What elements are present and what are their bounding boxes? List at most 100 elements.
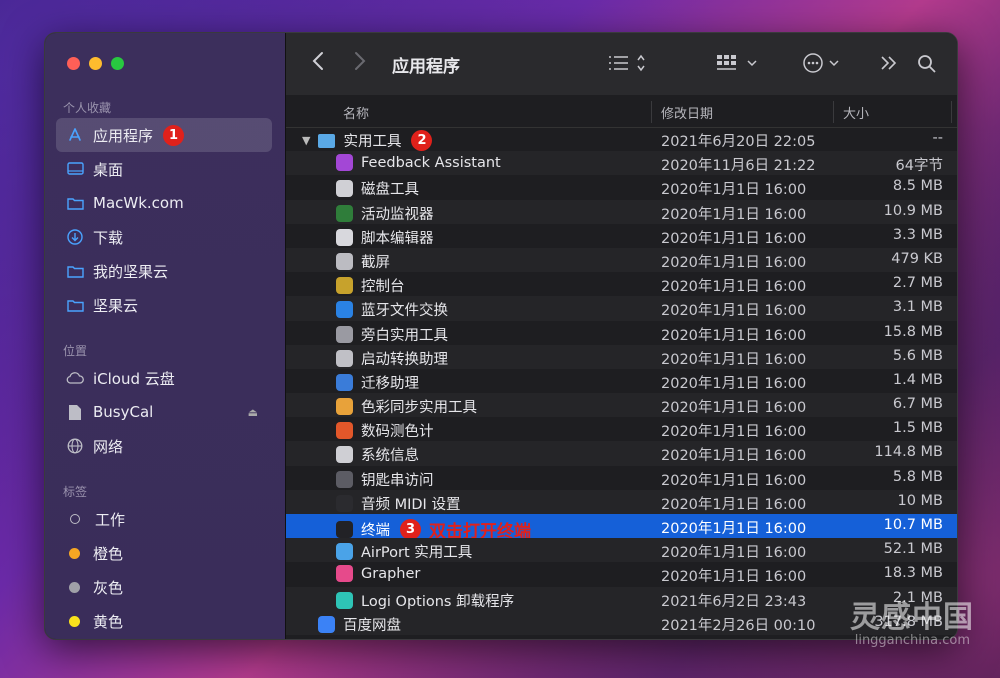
zoom-button[interactable]: [111, 57, 124, 70]
file-name: AirPort 实用工具: [361, 545, 473, 562]
sidebar-item-downloads[interactable]: 下载: [56, 220, 272, 254]
file-row[interactable]: 脚本编辑器 2020年1月1日 16:00 3.3 MB: [286, 224, 957, 248]
file-date: 2020年1月1日 16:00: [661, 496, 807, 513]
file-date: 2020年1月1日 16:00: [661, 303, 807, 320]
sidebar-item-network[interactable]: 网络: [56, 429, 272, 463]
sidebar-tag-yellow[interactable]: 黄色: [56, 604, 272, 638]
column-size-header[interactable]: 大小: [843, 103, 869, 122]
folder-icon: [318, 133, 336, 148]
forward-icon[interactable]: [354, 51, 366, 76]
app-icon: [336, 373, 353, 391]
file-size: 10 MB: [897, 492, 943, 509]
file-name-cell: 启动转换助理: [336, 348, 448, 369]
file-row[interactable]: 钥匙串访问 2020年1月1日 16:00 5.8 MB: [286, 466, 957, 490]
toolbar: 应用程序: [286, 33, 957, 96]
sidebar-item-macwk[interactable]: MacWk.com: [56, 186, 272, 220]
eject-icon[interactable]: ⏏: [248, 406, 258, 419]
app-icon: [336, 565, 353, 583]
folder-name: 实用工具: [343, 134, 402, 150]
file-date: 2020年1月1日 16:00: [661, 400, 807, 417]
file-date: 2020年1月1日 16:00: [661, 448, 807, 465]
sidebar-tag-orange[interactable]: 橙色: [56, 536, 272, 570]
window-title: 应用程序: [392, 57, 460, 77]
file-name: 控制台: [361, 279, 405, 296]
sidebar-item-label: BusyCal: [93, 403, 154, 421]
sidebar-tag-work[interactable]: 工作: [56, 502, 272, 536]
sidebar-item-label: 橙色: [93, 544, 124, 563]
close-button[interactable]: [67, 57, 80, 70]
column-header: 名称 修改日期 大小: [286, 95, 957, 128]
file-row[interactable]: 截屏 2020年1月1日 16:00 479 KB: [286, 247, 957, 273]
sidebar-item-my-jianguoyun[interactable]: 我的坚果云: [56, 254, 272, 288]
column-divider[interactable]: [833, 101, 834, 123]
file-row[interactable]: 系统信息 2020年1月1日 16:00 114.8 MB: [286, 441, 957, 466]
file-name-cell: Logi Options 卸载程序: [336, 590, 514, 611]
minimize-button[interactable]: [89, 57, 102, 70]
file-name-cell: Grapher: [336, 565, 420, 583]
file-list: ▼ 实用工具 2 2021年6月20日 22:05 -- Feedback As…: [286, 127, 957, 635]
file-size: 10.7 MB: [883, 517, 943, 533]
file-row[interactable]: 旁白实用工具 2020年1月1日 16:00 15.8 MB: [286, 321, 957, 345]
file-row[interactable]: 磁盘工具 2020年1月1日 16:00 8.5 MB: [286, 175, 957, 199]
file-name-cell: 百度网盘: [318, 614, 401, 635]
app-icon: [336, 180, 353, 198]
more-actions-icon[interactable]: [802, 52, 844, 79]
sidebar-tag-gray[interactable]: 灰色: [56, 570, 272, 604]
file-name-cell: 蓝牙文件交换: [336, 299, 448, 320]
file-row[interactable]: 控制台 2020年1月1日 16:00 2.7 MB: [286, 272, 957, 296]
desktop-icon: [65, 159, 85, 179]
file-date: 2020年1月1日 16:00: [661, 521, 807, 537]
file-row[interactable]: Grapher 2020年1月1日 16:00 18.3 MB: [286, 562, 957, 586]
app-icon: [336, 494, 353, 512]
file-row[interactable]: 迁移助理 2020年1月1日 16:00 1.4 MB: [286, 369, 957, 393]
file-row[interactable]: 数码测色计 2020年1月1日 16:00 1.5 MB: [286, 417, 957, 441]
file-size: 479 KB: [891, 250, 943, 267]
file-row[interactable]: 活动监视器 2020年1月1日 16:00 10.9 MB: [286, 199, 957, 224]
file-date: 2021年6月2日 23:43: [661, 593, 807, 610]
column-name-header[interactable]: 名称: [343, 103, 369, 122]
file-row[interactable]: 启动转换助理 2020年1月1日 16:00 5.6 MB: [286, 344, 957, 369]
finder-window: 个人收藏 应用程序 1 桌面 MacWk.com 下载 我的坚果云 坚果云 位置…: [44, 32, 958, 640]
sidebar-item-label: 我的坚果云: [93, 262, 169, 281]
list-view-icon[interactable]: [608, 53, 648, 78]
sidebar-item-desktop[interactable]: 桌面: [56, 152, 272, 186]
sidebar-item-label: 下载: [93, 228, 124, 247]
sidebar-item-jianguoyun[interactable]: 坚果云: [56, 288, 272, 322]
app-store-icon: [65, 125, 85, 145]
column-divider[interactable]: [951, 101, 952, 123]
file-row[interactable]: Feedback Assistant 2020年11月6日 21:22 64字节: [286, 151, 957, 176]
search-icon[interactable]: [917, 54, 937, 79]
sidebar-item-icloud[interactable]: iCloud 云盘: [56, 361, 272, 395]
file-date: 2021年2月26日 00:10: [661, 617, 816, 634]
column-date-header[interactable]: 修改日期: [661, 103, 713, 122]
sidebar-item-applications[interactable]: 应用程序 1: [56, 118, 272, 152]
watermark-site: lingganchina.com: [854, 633, 970, 648]
file-row[interactable]: AirPort 实用工具 2020年1月1日 16:00 52.1 MB: [286, 538, 957, 563]
file-name: 旁白实用工具: [361, 327, 448, 344]
sidebar-item-label: iCloud 云盘: [93, 369, 175, 388]
file-row[interactable]: 终端 3 双击打开终端 2020年1月1日 16:00 10.7 MB: [286, 514, 957, 542]
file-row[interactable]: 音频 MIDI 设置 2020年1月1日 16:00 10 MB: [286, 489, 957, 514]
chevron-double-right-icon[interactable]: [880, 55, 898, 76]
file-row[interactable]: 蓝牙文件交换 2020年1月1日 16:00 3.1 MB: [286, 296, 957, 321]
file-name: Feedback Assistant: [361, 154, 501, 171]
file-date: 2020年1月1日 16:00: [661, 375, 807, 392]
back-icon[interactable]: [312, 51, 324, 76]
folder-row-utilities[interactable]: ▼ 实用工具 2 2021年6月20日 22:05 --: [286, 127, 957, 151]
folder-size: --: [932, 130, 943, 146]
tag-dot: [69, 615, 80, 627]
column-divider[interactable]: [651, 101, 652, 123]
file-size: 64字节: [895, 158, 943, 175]
group-by-icon[interactable]: [716, 53, 760, 78]
file-row[interactable]: 色彩同步实用工具 2020年1月1日 16:00 6.7 MB: [286, 393, 957, 418]
file-name: 磁盘工具: [361, 182, 419, 199]
file-name-cell: Feedback Assistant: [336, 154, 501, 172]
sidebar-item-label: MacWk.com: [93, 194, 184, 212]
chevron-down-icon[interactable]: ▼: [302, 134, 310, 147]
file-date: 2020年1月1日 16:00: [661, 182, 807, 199]
file-size: 6.7 MB: [892, 396, 943, 413]
app-icon: [336, 154, 353, 172]
globe-icon: [65, 436, 85, 456]
sidebar-item-busycal[interactable]: BusyCal ⏏: [56, 395, 272, 429]
file-date: 2020年1月1日 16:00: [661, 351, 807, 368]
